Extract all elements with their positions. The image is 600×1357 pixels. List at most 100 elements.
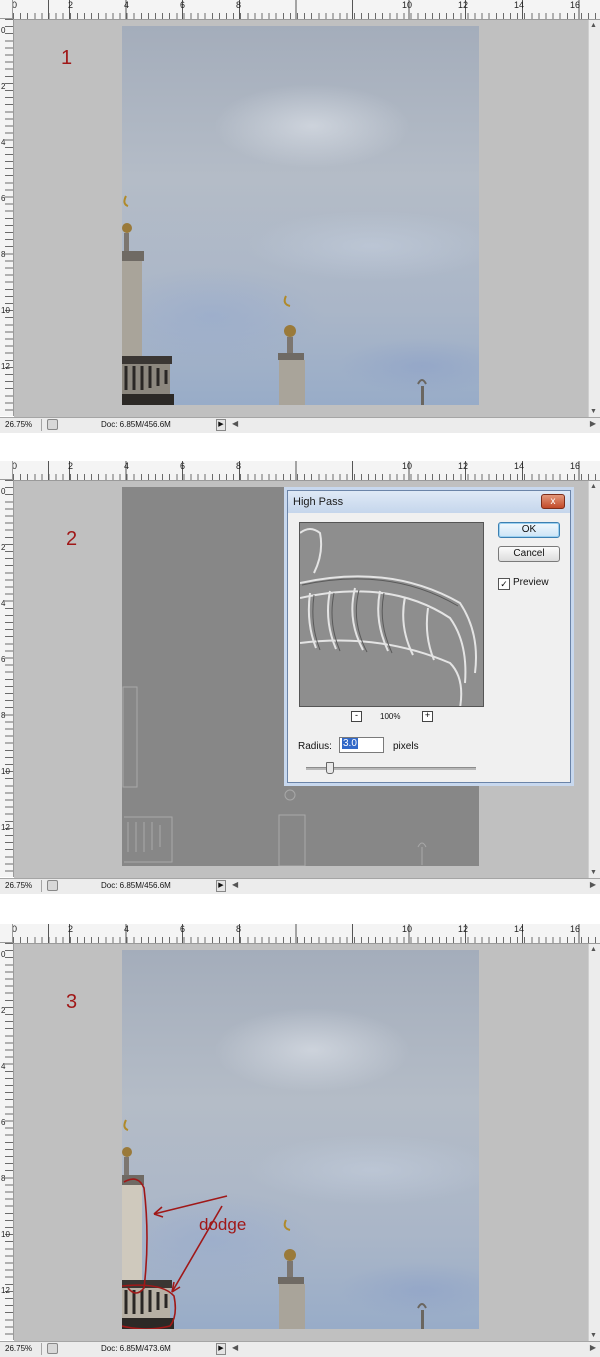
doc-size-info: Doc: 6.85M/473.6M	[101, 1344, 171, 1353]
checkbox-check-icon[interactable]: ✓	[498, 578, 510, 590]
scroll-up-icon[interactable]: ▲	[590, 483, 597, 490]
filter-preview[interactable]	[299, 522, 484, 707]
scroll-left-icon[interactable]: ◀	[232, 419, 238, 428]
close-icon[interactable]: x	[541, 494, 565, 509]
high-pass-dialog: High Pass x OK Cancel ✓ Preview - 100% + …	[287, 490, 571, 783]
vertical-ruler[interactable]: 0 2 4 6 8 10 12	[0, 480, 14, 877]
scroll-down-icon[interactable]: ▼	[590, 408, 597, 415]
status-bar: 26.75% Doc: 6.85M/473.6M ▶ ◀ ▶	[0, 1341, 600, 1357]
preview-checkbox[interactable]: ✓ Preview	[498, 577, 549, 590]
ruler-label: 2	[1, 1006, 6, 1015]
document-canvas[interactable]: 1	[14, 20, 589, 417]
dialog-title: High Pass	[293, 496, 344, 508]
scroll-down-icon[interactable]: ▼	[590, 1332, 597, 1339]
ruler-label: 6	[1, 194, 6, 203]
ruler-label: 4	[1, 138, 6, 147]
radius-unit: pixels	[393, 741, 419, 752]
status-options-icon[interactable]	[47, 419, 58, 430]
scroll-right-icon[interactable]: ▶	[590, 880, 596, 889]
ruler-origin[interactable]	[0, 0, 13, 19]
scroll-left-icon[interactable]: ◀	[232, 880, 238, 889]
horizontal-ruler[interactable]: 0 2 4 6 8 10 12 14 16	[0, 0, 600, 20]
mosque-photo-dodged	[122, 950, 479, 1329]
dodge-annotation-label: dodge	[199, 1215, 247, 1234]
ruler-label: 10	[1, 767, 10, 776]
status-bar: 26.75% Doc: 6.85M/456.6M ▶ ◀ ▶	[0, 417, 600, 433]
status-menu-icon[interactable]: ▶	[216, 880, 226, 892]
radius-value[interactable]: 3.0	[342, 738, 358, 749]
document-canvas[interactable]: 3 dodge	[14, 944, 589, 1341]
vertical-scrollbar[interactable]: ▲ ▼	[588, 481, 600, 878]
scroll-down-icon[interactable]: ▼	[590, 869, 597, 876]
ruler-label: 2	[68, 924, 74, 934]
status-menu-icon[interactable]: ▶	[216, 419, 226, 431]
ruler-label: 12	[1, 362, 10, 371]
horizontal-scrollbar[interactable]: ◀ ▶	[230, 880, 596, 891]
ruler-label: 4	[1, 599, 6, 608]
ruler-label: 12	[1, 1286, 10, 1295]
ruler-label: 8	[236, 461, 242, 471]
vertical-ruler[interactable]: 0 2 4 6 8 10 12	[0, 19, 14, 416]
ruler-label: 8	[1, 711, 6, 720]
ruler-label: 14	[514, 0, 525, 10]
dialog-titlebar[interactable]: High Pass x	[288, 491, 570, 513]
step-number: 3	[66, 991, 78, 1013]
zoom-out-button[interactable]: -	[351, 711, 362, 722]
horizontal-scrollbar[interactable]: ◀ ▶	[230, 419, 596, 430]
radius-input[interactable]: 3.0	[339, 737, 384, 753]
step-number: 1	[61, 47, 73, 69]
ruler-label: 4	[124, 461, 130, 471]
zoom-level[interactable]: 26.75%	[5, 420, 32, 429]
zoom-level[interactable]: 26.75%	[5, 881, 32, 890]
radius-label: Radius:	[298, 741, 332, 752]
ruler-label: 12	[458, 461, 469, 471]
preview-zoom-level: 100%	[380, 712, 401, 721]
ruler-label: 0	[1, 950, 6, 959]
photoshop-window-step-3: 0 2 4 6 8 10 12 14 16 0 2 4 6 8 10 12 3	[0, 924, 600, 1357]
status-options-icon[interactable]	[47, 1343, 58, 1354]
ruler-label: 8	[236, 0, 242, 10]
ruler-label: 6	[180, 461, 186, 471]
ruler-label: 8	[1, 1174, 6, 1183]
vertical-scrollbar[interactable]: ▲ ▼	[588, 20, 600, 417]
zoom-level[interactable]: 26.75%	[5, 1344, 32, 1353]
status-options-icon[interactable]	[47, 880, 58, 891]
ruler-label: 12	[458, 0, 469, 10]
ruler-label: 2	[1, 82, 6, 91]
preview-label: Preview	[513, 577, 549, 588]
ruler-origin[interactable]	[0, 461, 13, 480]
ruler-label: 12	[1, 823, 10, 832]
scroll-up-icon[interactable]: ▲	[590, 946, 597, 953]
scroll-left-icon[interactable]: ◀	[232, 1343, 238, 1352]
ruler-label: 8	[1, 250, 6, 259]
cancel-button[interactable]: Cancel	[498, 546, 560, 562]
status-menu-icon[interactable]: ▶	[216, 1343, 226, 1355]
ruler-label: 6	[1, 1118, 6, 1127]
ok-button[interactable]: OK	[498, 522, 560, 538]
ruler-label: 12	[458, 924, 469, 934]
ruler-label: 2	[68, 0, 74, 10]
vertical-ruler[interactable]: 0 2 4 6 8 10 12	[0, 943, 14, 1340]
ruler-label: 10	[402, 461, 413, 471]
scroll-right-icon[interactable]: ▶	[590, 1343, 596, 1352]
ruler-label: 16	[570, 461, 581, 471]
scroll-up-icon[interactable]: ▲	[590, 22, 597, 29]
horizontal-scrollbar[interactable]: ◀ ▶	[230, 1343, 596, 1354]
ruler-label: 0	[1, 487, 6, 496]
ruler-label: 16	[570, 0, 581, 10]
ruler-label: 14	[514, 461, 525, 471]
doc-size-info: Doc: 6.85M/456.6M	[101, 420, 171, 429]
ruler-label: 10	[1, 1230, 10, 1239]
radius-slider-thumb[interactable]	[326, 762, 335, 774]
ruler-label: 8	[236, 924, 242, 934]
doc-size-info: Doc: 6.85M/456.6M	[101, 881, 171, 890]
vertical-scrollbar[interactable]: ▲ ▼	[588, 944, 600, 1341]
ruler-origin[interactable]	[0, 924, 13, 943]
ruler-label: 10	[1, 306, 10, 315]
scroll-right-icon[interactable]: ▶	[590, 419, 596, 428]
ruler-label: 10	[402, 0, 413, 10]
ruler-label: 4	[124, 0, 130, 10]
zoom-in-button[interactable]: +	[422, 711, 433, 722]
horizontal-ruler[interactable]: 0 2 4 6 8 10 12 14 16	[0, 924, 600, 944]
horizontal-ruler[interactable]: 0 2 4 6 8 10 12 14 16	[0, 461, 600, 481]
